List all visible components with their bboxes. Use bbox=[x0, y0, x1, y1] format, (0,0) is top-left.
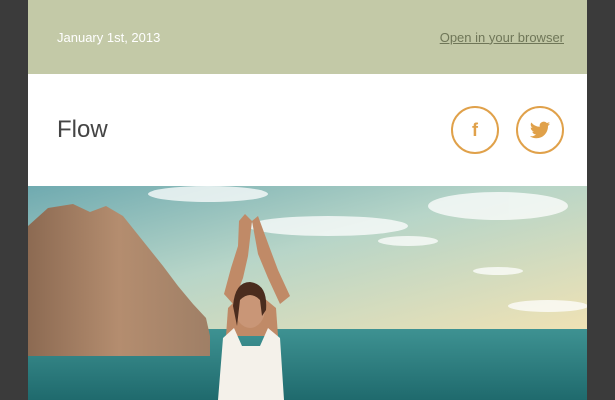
twitter-icon[interactable] bbox=[516, 106, 564, 154]
twitter-bird-icon bbox=[529, 121, 551, 139]
social-links: f bbox=[451, 106, 564, 154]
preheader-bar: January 1st, 2013 Open in your browser bbox=[28, 0, 587, 74]
yoga-photo bbox=[28, 186, 587, 400]
facebook-glyph: f bbox=[472, 119, 478, 140]
open-in-browser-link[interactable]: Open in your browser bbox=[440, 30, 564, 45]
email-container: January 1st, 2013 Open in your browser F… bbox=[28, 0, 587, 400]
issue-date: January 1st, 2013 bbox=[57, 29, 161, 45]
hero-image bbox=[28, 186, 587, 400]
email-header: Flow f bbox=[28, 74, 587, 186]
facebook-icon[interactable]: f bbox=[451, 106, 499, 154]
brand-title: Flow bbox=[57, 116, 108, 143]
